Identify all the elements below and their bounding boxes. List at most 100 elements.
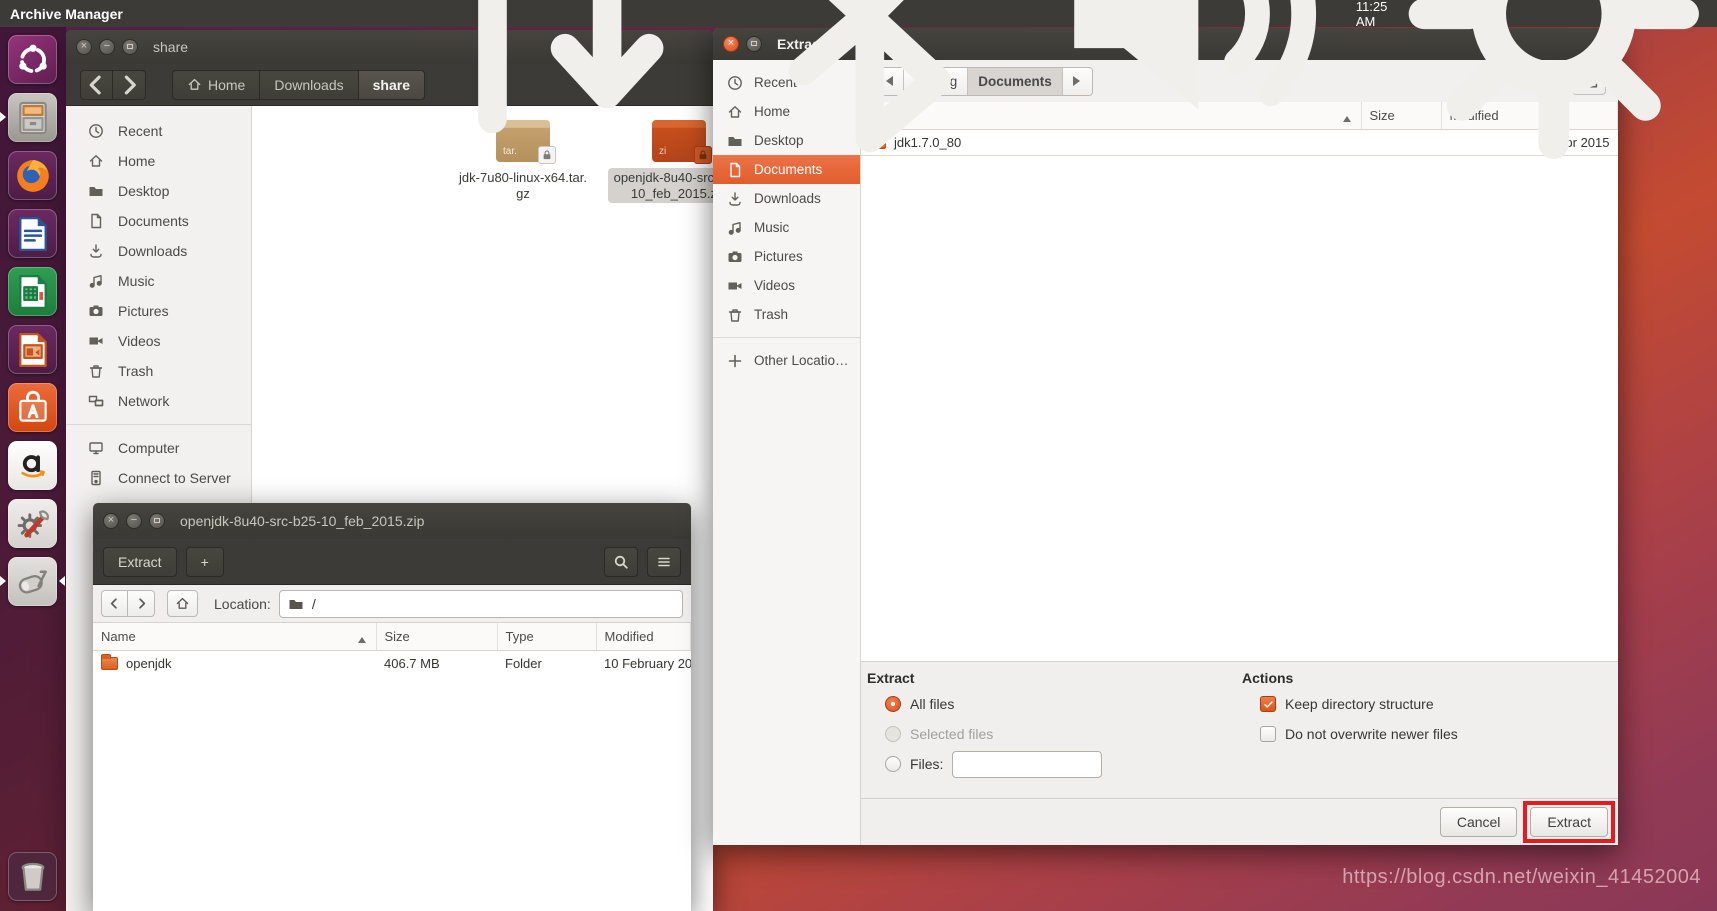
panel-app-title: Archive Manager bbox=[10, 6, 123, 22]
checkbox-no-overwrite[interactable]: Do not overwrite newer files bbox=[1260, 724, 1458, 744]
breadcrumb-home[interactable]: Home bbox=[172, 70, 260, 100]
dialog-sidebar: Recent Home Desktop Documents Downloads … bbox=[713, 60, 861, 845]
clock-icon bbox=[88, 123, 104, 139]
maximize-icon[interactable] bbox=[149, 513, 165, 529]
clock[interactable]: 11:25 AM bbox=[1356, 0, 1388, 29]
sidebar-item-trash[interactable]: Trash bbox=[66, 356, 251, 386]
table-row-openjdk[interactable]: openjdk 406.7 MB Folder 10 February 2015… bbox=[93, 650, 691, 676]
radio-files[interactable]: Files: bbox=[885, 754, 1242, 774]
files-pattern-input[interactable] bbox=[952, 751, 1102, 778]
back-button[interactable] bbox=[80, 70, 113, 100]
computer-icon bbox=[88, 440, 104, 456]
music-icon bbox=[88, 273, 104, 289]
column-header-name[interactable]: Name bbox=[93, 623, 376, 650]
search-icon[interactable] bbox=[604, 547, 638, 577]
sidebar-item-music[interactable]: Music bbox=[713, 213, 860, 242]
launcher-item-calc[interactable] bbox=[8, 267, 57, 316]
launcher-item-trash[interactable] bbox=[8, 852, 57, 901]
sidebar-item-trash[interactable]: Trash bbox=[713, 300, 860, 329]
location-input[interactable]: / bbox=[279, 590, 683, 618]
breadcrumb-downloads[interactable]: Downloads bbox=[260, 70, 358, 100]
bluetooth-icon[interactable] bbox=[717, 0, 1023, 166]
menu-icon[interactable] bbox=[647, 547, 681, 577]
launcher-item-software[interactable] bbox=[8, 383, 57, 432]
server-icon bbox=[88, 470, 104, 486]
launcher-item-settings[interactable] bbox=[8, 499, 57, 548]
sidebar-item-downloads[interactable]: Downloads bbox=[66, 236, 251, 266]
launcher-item-writer[interactable] bbox=[8, 209, 57, 258]
sidebar-item-connect-server[interactable]: Connect to Server bbox=[66, 463, 251, 493]
sidebar-item-network[interactable]: Network bbox=[66, 386, 251, 416]
software-bag-icon bbox=[8, 383, 57, 432]
camera-icon bbox=[88, 303, 104, 319]
launcher-item-firefox[interactable] bbox=[8, 151, 57, 200]
actions-option-group: Actions Keep directory structure Do not … bbox=[1242, 670, 1458, 784]
sidebar-item-downloads[interactable]: Downloads bbox=[713, 184, 860, 213]
radio-unselected-icon[interactable] bbox=[885, 756, 901, 772]
archive-file-table: Name Size Type Modified openjdk 406.7 MB… bbox=[93, 623, 691, 676]
close-icon[interactable]: × bbox=[103, 513, 119, 529]
download-icon bbox=[727, 191, 743, 207]
plus-icon bbox=[727, 353, 743, 369]
minimize-icon[interactable]: − bbox=[126, 513, 142, 529]
impress-icon bbox=[8, 325, 57, 374]
sidebar-item-recent[interactable]: Recent bbox=[66, 116, 251, 146]
sidebar-separator bbox=[713, 337, 860, 338]
sidebar-item-pictures[interactable]: Pictures bbox=[66, 296, 251, 326]
sort-asc-icon bbox=[358, 633, 366, 643]
extract-option-group: Extract All files Selected files Files: bbox=[867, 670, 1242, 784]
sidebar-item-desktop[interactable]: Desktop bbox=[66, 176, 251, 206]
launcher-item-amazon[interactable] bbox=[8, 441, 57, 490]
calc-icon bbox=[8, 267, 57, 316]
archive-toolbar: Extract + bbox=[93, 539, 691, 585]
sidebar-item-home[interactable]: Home bbox=[66, 146, 251, 176]
extract-options-panel: Extract All files Selected files Files: … bbox=[861, 661, 1618, 798]
dialog-main: feng Documents Name Size Modified bbox=[861, 60, 1618, 845]
column-header-type[interactable]: Type bbox=[497, 623, 596, 650]
dialog-action-row: Cancel Extract bbox=[861, 798, 1618, 845]
forward-button[interactable] bbox=[113, 70, 146, 100]
extract-toolbar-button[interactable]: Extract bbox=[103, 547, 177, 577]
home-button[interactable] bbox=[167, 590, 198, 617]
close-icon[interactable]: × bbox=[76, 39, 92, 55]
add-files-button[interactable]: + bbox=[186, 547, 224, 577]
sidebar-item-other-locations[interactable]: Other Locatio… bbox=[713, 346, 860, 375]
maximize-icon[interactable] bbox=[122, 39, 138, 55]
network-transfer-icon[interactable] bbox=[397, 0, 703, 166]
camera-icon bbox=[727, 249, 743, 265]
radio-all-files[interactable]: All files bbox=[885, 694, 1242, 714]
breadcrumb: Home Downloads share bbox=[172, 70, 425, 100]
volume-icon[interactable] bbox=[1036, 0, 1342, 166]
checkbox-unchecked-icon[interactable] bbox=[1260, 726, 1276, 742]
minimize-icon[interactable]: − bbox=[99, 39, 115, 55]
sidebar-item-videos[interactable]: Videos bbox=[66, 326, 251, 356]
archive-titlebar[interactable]: × − openjdk-8u40-src-b25-10_feb_2015.zip bbox=[93, 503, 691, 539]
back-button[interactable] bbox=[101, 590, 128, 617]
sidebar-item-documents[interactable]: Documents bbox=[66, 206, 251, 236]
radio-selected-icon[interactable] bbox=[885, 696, 901, 712]
file-list-empty-area[interactable] bbox=[861, 155, 1618, 661]
sidebar-item-videos[interactable]: Videos bbox=[713, 271, 860, 300]
launcher-item-archive-manager[interactable] bbox=[8, 557, 57, 606]
launcher-item-files[interactable] bbox=[8, 93, 57, 142]
forward-button[interactable] bbox=[128, 590, 155, 617]
launcher-item-dash[interactable] bbox=[8, 35, 57, 84]
file-cabinet-icon bbox=[8, 93, 57, 142]
sidebar-item-computer[interactable]: Computer bbox=[66, 433, 251, 463]
column-header-modified[interactable]: Modified bbox=[596, 623, 691, 650]
checkbox-keep-structure[interactable]: Keep directory structure bbox=[1260, 694, 1458, 714]
amazon-icon bbox=[8, 441, 57, 490]
location-value: / bbox=[312, 596, 316, 612]
checkbox-checked-icon[interactable] bbox=[1260, 696, 1276, 712]
sidebar-item-music[interactable]: Music bbox=[66, 266, 251, 296]
focus-indicator bbox=[54, 576, 65, 586]
running-indicator bbox=[0, 576, 11, 586]
cancel-button[interactable]: Cancel bbox=[1440, 807, 1518, 837]
actions-heading: Actions bbox=[1242, 670, 1458, 686]
launcher-item-impress[interactable] bbox=[8, 325, 57, 374]
extract-confirm-button[interactable]: Extract bbox=[1530, 807, 1608, 837]
column-header-size[interactable]: Size bbox=[376, 623, 497, 650]
location-bar: Location: / bbox=[93, 585, 691, 623]
session-gear-icon[interactable] bbox=[1401, 0, 1707, 166]
sidebar-item-pictures[interactable]: Pictures bbox=[713, 242, 860, 271]
